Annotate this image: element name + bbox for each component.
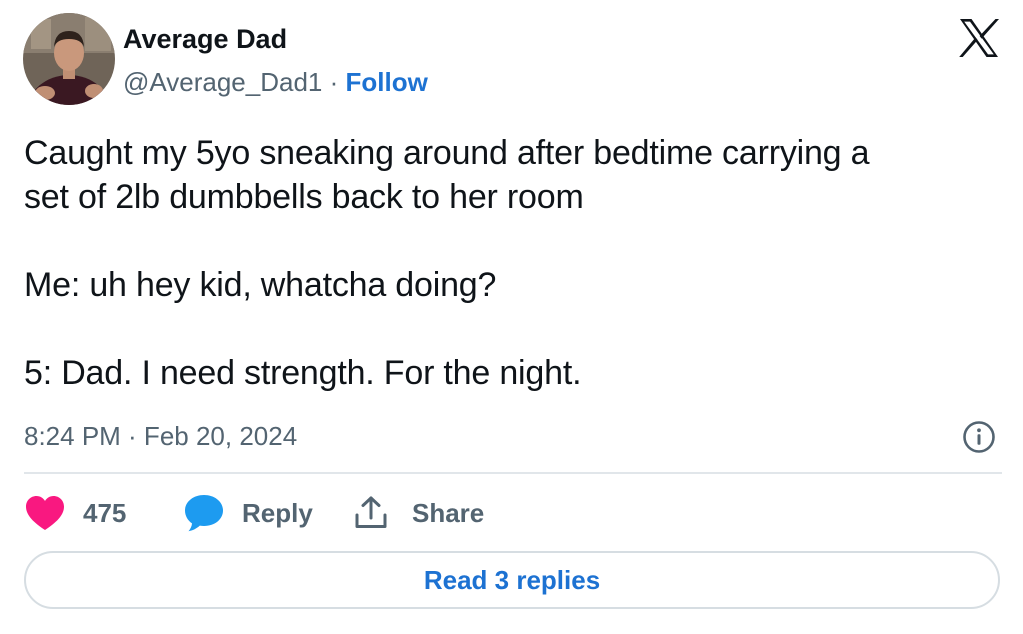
- like-count: 475: [83, 497, 127, 528]
- heart-icon: [26, 496, 64, 530]
- meta-separator: ·: [322, 67, 346, 97]
- reply-button[interactable]: Reply: [183, 490, 313, 536]
- tweet-line: set of 2lb dumbbells back to her room: [24, 178, 584, 216]
- tweet-line: Caught my 5yo sneaking around after bedt…: [24, 134, 870, 172]
- follow-button[interactable]: Follow: [346, 67, 428, 97]
- author-name[interactable]: Average Dad: [123, 22, 287, 56]
- avatar-photo: [23, 13, 115, 105]
- tweet-timestamp[interactable]: 8:24 PM · Feb 20, 2024: [24, 419, 297, 453]
- tweet-text: Caught my 5yo sneaking around after bedt…: [24, 131, 870, 395]
- tweet-line: 5: Dad. I need strength. For the night.: [24, 354, 582, 392]
- author-handle[interactable]: @Average_Dad1: [123, 67, 322, 97]
- read-replies-label: Read 3 replies: [423, 564, 601, 595]
- read-replies-button[interactable]: Read 3 replies: [24, 551, 1000, 609]
- avatar[interactable]: [23, 13, 115, 105]
- author-meta: @Average_Dad1 · Follow: [123, 65, 428, 99]
- share-button[interactable]: Share: [353, 490, 484, 536]
- share-label: Share: [412, 497, 485, 528]
- x-logo-icon[interactable]: [958, 18, 1000, 58]
- tweet-line: Me: uh hey kid, whatcha doing?: [24, 266, 497, 304]
- reply-label: Reply: [242, 497, 313, 528]
- speech-bubble-icon: [185, 495, 223, 532]
- like-button[interactable]: 475: [24, 490, 126, 536]
- divider: [24, 472, 1002, 474]
- info-icon[interactable]: [962, 420, 996, 454]
- share-icon: [355, 496, 387, 528]
